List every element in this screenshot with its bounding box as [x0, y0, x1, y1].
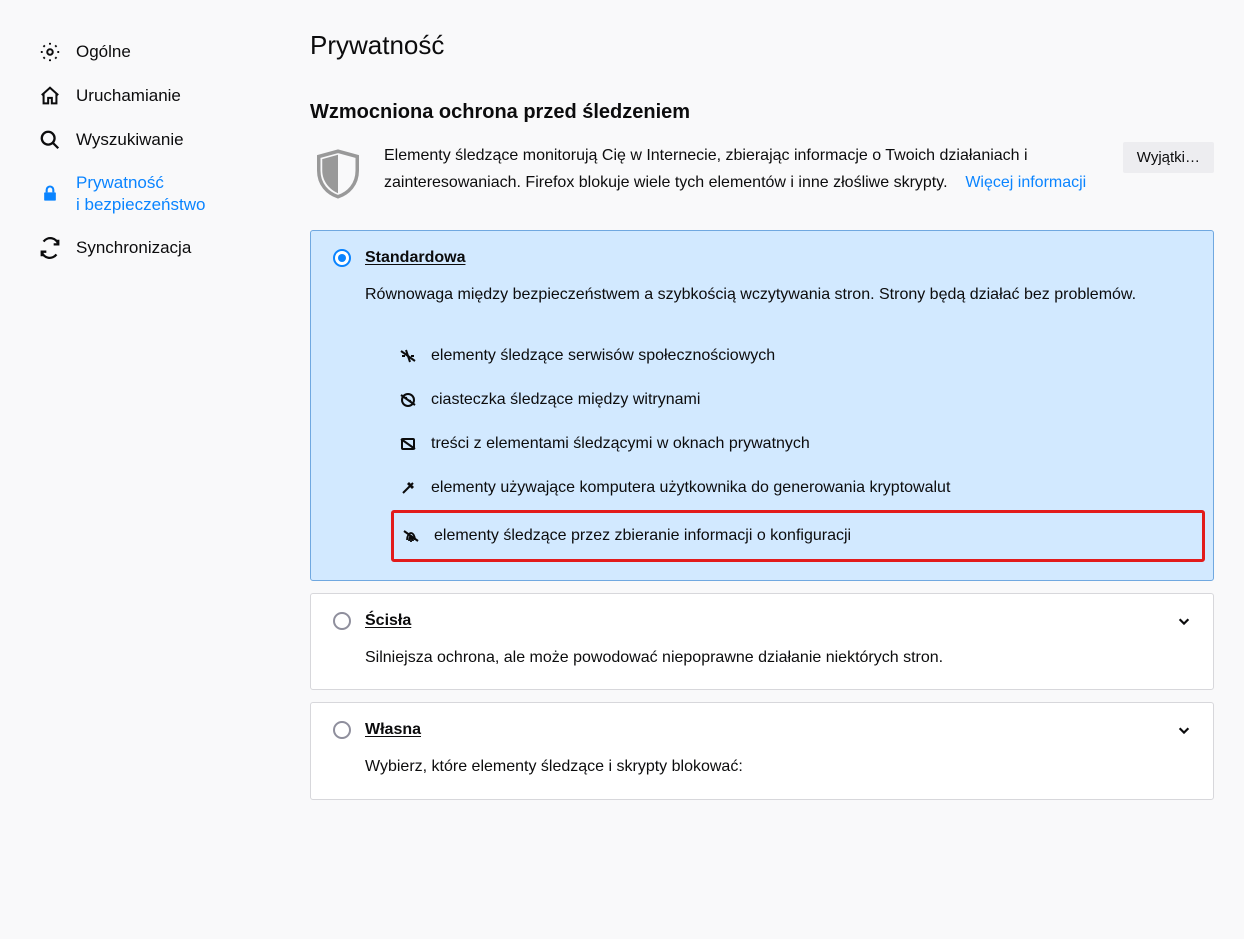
social-tracker-icon: [399, 347, 417, 365]
exceptions-button[interactable]: Wyjątki…: [1123, 142, 1214, 173]
option-header: Ścisła: [333, 612, 1191, 630]
option-description: Równowaga między bezpieczeństwem a szybk…: [365, 281, 1191, 308]
list-item: elementy używające komputera użytkownika…: [399, 466, 1191, 510]
bullet-text: ciasteczka śledzące między witrynami: [431, 391, 700, 409]
list-item: elementy śledzące serwisów społecznościo…: [399, 334, 1191, 378]
cryptominer-icon: [399, 479, 417, 497]
bullet-list: elementy śledzące serwisów społecznościo…: [399, 334, 1191, 562]
page-title: Prywatność: [310, 30, 1214, 61]
intro-paragraph: Elementy śledzące monitorują Cię w Inter…: [384, 147, 1028, 191]
sidebar-item-label: Ogólne: [76, 41, 131, 63]
sidebar-item-label: Wyszukiwanie: [76, 129, 184, 151]
radio-custom[interactable]: [333, 721, 351, 739]
option-header: Własna: [333, 721, 1191, 739]
bullet-text: elementy używające komputera użytkownika…: [431, 479, 950, 497]
option-standard[interactable]: Standardowa Równowaga między bezpieczeńs…: [310, 230, 1214, 581]
sidebar-item-general[interactable]: Ogólne: [30, 30, 270, 74]
option-title: Standardowa: [365, 249, 465, 267]
sidebar-item-label: Synchronizacja: [76, 237, 191, 259]
intro-row: Elementy śledzące monitorują Cię w Inter…: [310, 142, 1214, 202]
fingerprint-icon: [402, 527, 420, 545]
shield-icon: [310, 146, 366, 202]
chevron-down-icon: [1177, 614, 1191, 628]
main-content: Prywatność Wzmocniona ochrona przed śled…: [290, 0, 1240, 939]
bullet-text: treści z elementami śledzącymi w oknach …: [431, 435, 810, 453]
option-strict[interactable]: Ścisła Silniejsza ochrona, ale może powo…: [310, 593, 1214, 690]
chevron-down-icon: [1177, 723, 1191, 737]
sync-icon: [38, 236, 62, 260]
option-header: Standardowa: [333, 249, 1191, 267]
radio-strict[interactable]: [333, 612, 351, 630]
bullet-text: elementy śledzące przez zbieranie inform…: [434, 527, 851, 545]
option-description: Silniejsza ochrona, ale może powodować n…: [365, 644, 1191, 671]
intro-text: Elementy śledzące monitorują Cię w Inter…: [384, 142, 1105, 196]
section-title: Wzmocniona ochrona przed śledzeniem: [310, 101, 1214, 124]
sidebar-item-search[interactable]: Wyszukiwanie: [30, 118, 270, 162]
content-tracker-icon: [399, 435, 417, 453]
lock-icon: [38, 182, 62, 206]
sidebar-item-label: Uruchamianie: [76, 85, 181, 107]
option-description: Wybierz, które elementy śledzące i skryp…: [365, 753, 1191, 780]
bullet-text: elementy śledzące serwisów społecznościo…: [431, 347, 775, 365]
home-icon: [38, 84, 62, 108]
more-info-link[interactable]: Więcej informacji: [965, 174, 1086, 191]
list-item: treści z elementami śledzącymi w oknach …: [399, 422, 1191, 466]
option-title: Własna: [365, 721, 421, 739]
option-custom[interactable]: Własna Wybierz, które elementy śledzące …: [310, 702, 1214, 799]
cookie-tracker-icon: [399, 391, 417, 409]
sidebar-item-privacy[interactable]: Prywatność i bezpieczeństwo: [30, 162, 270, 226]
sidebar-item-sync[interactable]: Synchronizacja: [30, 226, 270, 270]
gear-icon: [38, 40, 62, 64]
list-item: ciasteczka śledzące między witrynami: [399, 378, 1191, 422]
sidebar-item-label: Prywatność i bezpieczeństwo: [76, 172, 205, 216]
sidebar: Ogólne Uruchamianie Wyszukiwanie Prywatn…: [0, 0, 290, 939]
sidebar-item-startup[interactable]: Uruchamianie: [30, 74, 270, 118]
radio-standard[interactable]: [333, 249, 351, 267]
option-title: Ścisła: [365, 612, 411, 630]
search-icon: [38, 128, 62, 152]
highlighted-item: elementy śledzące przez zbieranie inform…: [391, 510, 1205, 562]
list-item: elementy śledzące przez zbieranie inform…: [402, 523, 1194, 549]
